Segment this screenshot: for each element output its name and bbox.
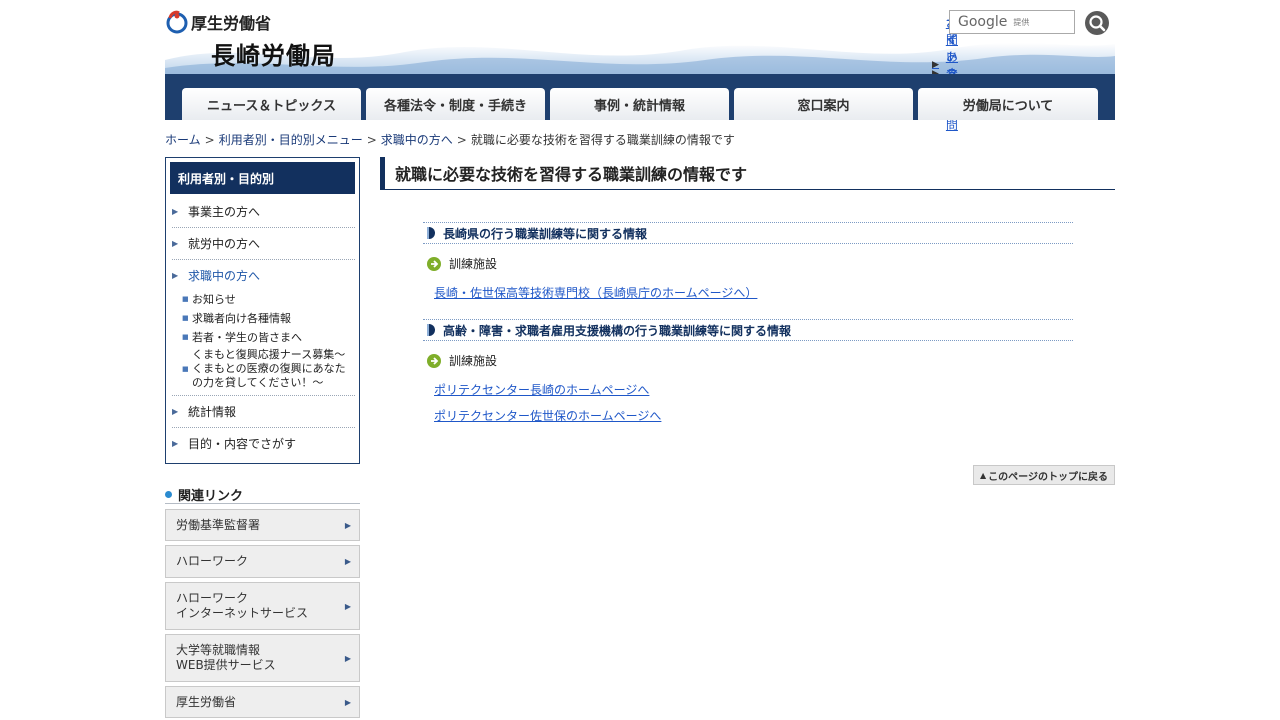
arrow-right-icon: ▶ — [344, 557, 351, 566]
related-links-title: 関連リンク — [165, 485, 360, 504]
tab-laws[interactable]: 各種法令・制度・手続き — [366, 88, 545, 120]
subheading-facility: 訓練施設 — [427, 255, 497, 272]
divider — [172, 395, 355, 396]
mhlw-logo-icon — [166, 10, 188, 34]
square-bullet-icon: ■ — [182, 333, 189, 341]
sidebar-item-purpose[interactable]: ▶ 目的・内容でさがす — [172, 435, 355, 452]
tab-statistics[interactable]: 事例・統計情報 — [550, 88, 729, 120]
arrow-right-icon: ▶ — [344, 520, 351, 530]
tab-counter[interactable]: 窓口案内 — [734, 88, 913, 120]
tab-about[interactable]: 労働局について — [918, 88, 1098, 120]
arrow-right-icon: ▶ — [172, 207, 179, 216]
related-link-hellowork[interactable]: ハローワーク ▶ — [165, 545, 360, 578]
breadcrumb-home[interactable]: ホーム — [165, 133, 201, 147]
arrow-circle-icon — [427, 256, 441, 271]
sidebar-item-jobseeker[interactable]: ▶ 求職中の方へ — [172, 267, 355, 284]
google-brand: Google — [958, 14, 1008, 30]
sidebar-item-statistics[interactable]: ▶ 統計情報 — [172, 403, 355, 420]
square-bullet-icon: ■ — [182, 314, 189, 322]
site-header: 厚生労働省 長崎労働局 ▶サイトマップ ▶お問い合わせ ▶よくあるご質問 Goo… — [165, 0, 1115, 132]
arrow-right-icon: ▶ — [172, 271, 179, 280]
breadcrumb-current: 就職に必要な技術を習得する職業訓練の情報です — [470, 133, 735, 147]
section-heading-jeed: 高齢・障害・求職者雇用支援機構の行う職業訓練等に関する情報 — [423, 319, 1073, 341]
breadcrumb: ホーム > 利用者別・目的別メニュー > 求職中の方へ > 就職に必要な技術を習得する職業訓… — [165, 131, 735, 148]
related-link-hellowork-internet[interactable]: ハローワーク インターネットサービス ▶ — [165, 582, 360, 630]
arrow-circle-icon — [427, 353, 441, 368]
arrow-right-icon: ▶ — [344, 601, 351, 611]
half-circle-icon — [427, 324, 435, 336]
link-polytech-sasebo[interactable]: ポリテクセンター佐世保のホームページへ — [434, 407, 661, 424]
page-title: 就職に必要な技術を習得する職業訓練の情報です — [380, 157, 1115, 190]
mhlw-logo[interactable]: 厚生労働省 — [165, 10, 271, 34]
divider — [172, 227, 355, 228]
arrow-right-icon: ▶ — [344, 653, 351, 663]
triangle-up-icon: ▲ — [980, 470, 987, 480]
search-icon[interactable] — [1085, 11, 1109, 35]
search-input[interactable]: Google 提供 — [949, 10, 1075, 34]
sidebar-subitem-info[interactable]: ■ 求職者向け各種情報 — [182, 310, 354, 326]
link-polytech-nagasaki[interactable]: ポリテクセンター長崎のホームページへ — [434, 381, 649, 398]
sidebar-subitem-notice[interactable]: ■ お知らせ — [182, 291, 354, 307]
sidebar-menu: 利用者別・目的別 ▶ 事業主の方へ ▶ 就労中の方へ ▶ 求職中の方へ ■ お知らせ ■… — [165, 157, 360, 464]
sidebar-item-working[interactable]: ▶ 就労中の方へ — [172, 235, 355, 252]
related-link-labor-standards[interactable]: 労働基準監督署 ▶ — [165, 509, 360, 541]
related-link-university-jobs[interactable]: 大学等就職情報 WEB提供サービス ▶ — [165, 634, 360, 682]
link-nagasaki-sasebo-school[interactable]: 長崎・佐世保高等技術専門校（長崎県庁のホームページへ） — [434, 284, 757, 301]
subheading-facility: 訓練施設 — [427, 352, 497, 369]
divider — [172, 259, 355, 260]
bureau-name[interactable]: 長崎労働局 — [211, 36, 336, 71]
sidebar-subitem-nurse[interactable]: ■ くまもと復興応援ナース募集～くまもとの医療の復興にあなたの力を貸してください！… — [182, 348, 354, 390]
sidebar-item-employer[interactable]: ▶ 事業主の方へ — [172, 203, 355, 220]
google-provided-label: 提供 — [1013, 17, 1030, 27]
section-heading-prefecture: 長崎県の行う職業訓練等に関する情報 — [423, 222, 1073, 244]
global-nav: ニュース＆トピックス 各種法令・制度・手続き 事例・統計情報 窓口案内 労働局に… — [165, 74, 1115, 120]
related-link-mhlw[interactable]: 厚生労働省 ▶ — [165, 686, 360, 718]
sidebar-subitem-youth[interactable]: ■ 若者・学生の皆さまへ — [182, 329, 354, 345]
page: 厚生労働省 長崎労働局 ▶サイトマップ ▶お問い合わせ ▶よくあるご質問 Goo… — [165, 0, 1115, 720]
arrow-right-icon: ▶ — [172, 439, 179, 448]
arrow-right-icon: ▶ — [172, 407, 179, 416]
square-bullet-icon: ■ — [182, 365, 189, 373]
breadcrumb-separator: > — [366, 133, 377, 147]
breadcrumb-separator: > — [204, 133, 215, 147]
breadcrumb-separator: > — [456, 133, 467, 147]
tab-news[interactable]: ニュース＆トピックス — [182, 88, 361, 120]
arrow-right-icon: ▶ — [172, 239, 179, 248]
dot-bullet-icon — [165, 490, 172, 498]
breadcrumb-jobseeker[interactable]: 求職中の方へ — [381, 133, 453, 147]
page-top-button[interactable]: ▲ このページのトップに戻る — [973, 465, 1115, 485]
breadcrumb-menu[interactable]: 利用者別・目的別メニュー — [219, 133, 363, 147]
sidebar-heading: 利用者別・目的別 — [170, 162, 355, 194]
half-circle-icon — [427, 227, 435, 239]
square-bullet-icon: ■ — [182, 295, 189, 303]
mhlw-name: 厚生労働省 — [191, 14, 272, 33]
divider — [172, 427, 355, 428]
arrow-right-icon: ▶ — [344, 697, 351, 707]
